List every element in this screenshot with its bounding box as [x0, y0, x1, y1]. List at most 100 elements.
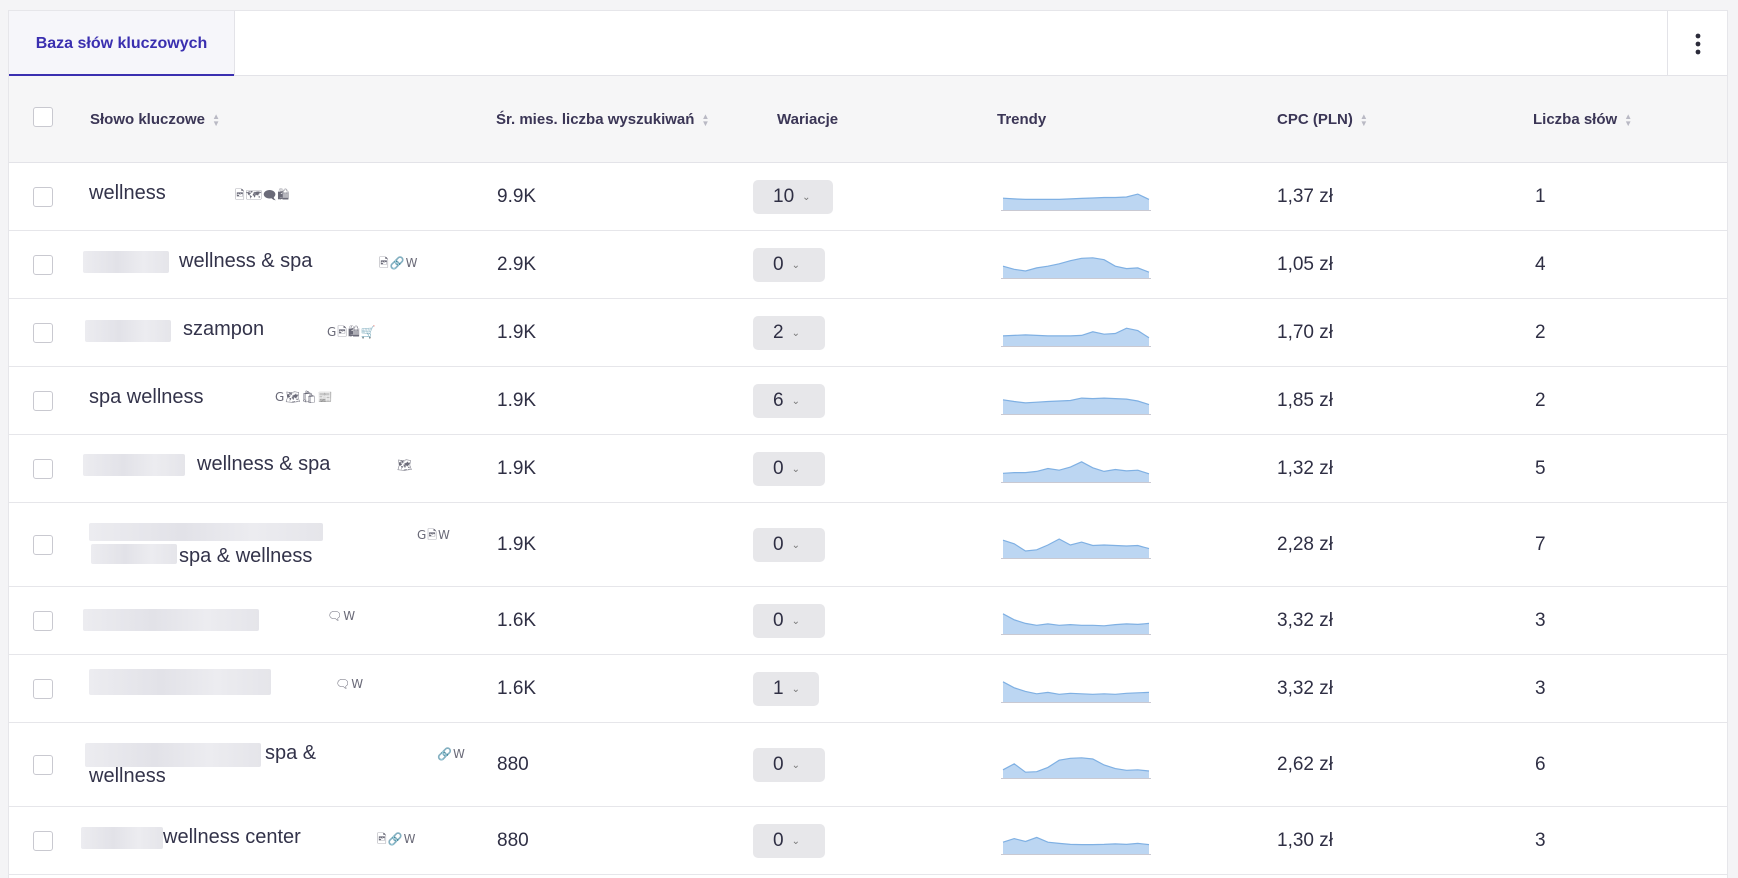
chevron-down-icon: ⌄	[791, 759, 800, 771]
row-checkbox[interactable]	[33, 391, 53, 411]
cpc-value: 1,85 zł	[1277, 389, 1333, 411]
redacted-text	[89, 523, 323, 541]
cpc-value: 3,32 zł	[1277, 609, 1333, 631]
keyword-cell: wellness & spa 🖻🔗W	[83, 231, 479, 298]
variations-dropdown[interactable]: 1 ⌄	[753, 672, 819, 706]
keyword-cell: spa & wellness 🔗W	[85, 723, 479, 806]
variations-dropdown[interactable]: 0 ⌄	[753, 248, 825, 282]
cpc-value: 1,37 zł	[1277, 185, 1333, 207]
keyword-text[interactable]: wellness & spa	[179, 249, 312, 273]
row-checkbox[interactable]	[33, 187, 53, 207]
trend-area	[1003, 257, 1149, 278]
redacted-text	[83, 251, 169, 273]
row-checkbox[interactable]	[33, 255, 53, 275]
variations-dropdown[interactable]: 6 ⌄	[753, 384, 825, 418]
row-checkbox[interactable]	[33, 535, 53, 555]
serp-feature-icons: 🗨W	[335, 677, 365, 691]
cpc-value: 2,28 zł	[1277, 533, 1333, 555]
variations-count: 0	[773, 830, 784, 851]
keyword-text[interactable]: wellness	[89, 181, 166, 205]
redacted-text	[83, 609, 259, 631]
variations-dropdown[interactable]: 2 ⌄	[753, 316, 825, 350]
keyword-text[interactable]: szampon	[183, 317, 264, 341]
sort-icon: ▲ ▼	[1624, 111, 1633, 128]
variations-count: 10	[773, 186, 795, 207]
sort-icon: ▲ ▼	[212, 111, 220, 128]
keyword-text[interactable]: wellness & spa	[197, 452, 330, 476]
trend-area	[1003, 837, 1149, 854]
serp-feature-icons: 🖻🗺🗨🛍	[235, 188, 291, 202]
column-header-volume[interactable]: Śr. mies. liczba wyszukiwań ▲ ▼	[496, 76, 709, 163]
chevron-down-icon: ⌄	[791, 327, 800, 339]
cpc-value: 1,70 zł	[1277, 321, 1333, 343]
trend-sparkline	[1001, 461, 1151, 483]
search-volume: 1.6K	[497, 609, 537, 631]
keyword-cell: 🗨W	[89, 655, 479, 722]
serp-feature-icons: G🗺🛍📰	[275, 390, 334, 404]
serp-feature-icons: G🖻🛍🛒	[327, 325, 377, 339]
variations-count: 0	[773, 458, 784, 479]
cpc-value: 3,32 zł	[1277, 677, 1333, 699]
tab-bar: Baza słów kluczowych	[9, 11, 1727, 77]
keyword-database-card: Baza słów kluczowych Słowo kluczowe ▲ ▼ Śr…	[8, 10, 1728, 878]
tab-keyword-database[interactable]: Baza słów kluczowych	[9, 11, 235, 77]
row-checkbox[interactable]	[33, 679, 53, 699]
keyword-text[interactable]: spa & wellness	[179, 544, 312, 568]
sort-icon: ▲ ▼	[701, 111, 710, 128]
word-count: 5	[1535, 457, 1546, 479]
trend-sparkline	[1001, 538, 1151, 559]
chevron-down-icon: ⌄	[802, 191, 811, 203]
table-row: spa wellness G🗺🛍📰 1.9K 6 ⌄ 1,85 zł 2	[9, 367, 1727, 435]
row-checkbox[interactable]	[33, 459, 53, 479]
keyword-text[interactable]: wellness	[89, 764, 166, 788]
trend-sparkline	[1001, 257, 1151, 279]
table-row: wellness center 🖻🔗W 880 0 ⌄ 1,30 zł 3	[9, 807, 1727, 875]
row-checkbox[interactable]	[33, 323, 53, 343]
variations-dropdown[interactable]: 0 ⌄	[753, 604, 825, 638]
variations-dropdown[interactable]: 0 ⌄	[753, 748, 825, 782]
trend-sparkline	[1001, 613, 1151, 635]
variations-dropdown[interactable]: 0 ⌄	[753, 824, 825, 858]
row-checkbox[interactable]	[33, 611, 53, 631]
redacted-text	[89, 669, 271, 695]
word-count: 7	[1535, 533, 1546, 555]
word-count: 2	[1535, 321, 1546, 343]
search-volume: 9.9K	[497, 185, 537, 207]
redacted-text	[85, 320, 171, 342]
search-volume: 880	[497, 753, 529, 775]
search-volume: 1.9K	[497, 389, 537, 411]
table-row: wellness & spa 🖻🔗W 2.9K 0 ⌄ 1,05 zł 4	[9, 231, 1727, 299]
trend-sparkline	[1001, 193, 1151, 211]
column-header-cpc[interactable]: CPC (PLN) ▲ ▼	[1277, 76, 1368, 163]
column-header-variations: Wariacje	[777, 111, 839, 128]
serp-feature-icons: 🖻🔗W	[379, 256, 419, 270]
cpc-value: 1,05 zł	[1277, 253, 1333, 275]
trend-area	[1003, 681, 1149, 702]
serp-feature-icons: G🖻W	[417, 528, 451, 542]
search-volume: 1.9K	[497, 533, 537, 555]
table-header: Słowo kluczowe ▲ ▼ Śr. mies. liczba wyszuk…	[9, 76, 1727, 163]
variations-dropdown[interactable]: 0 ⌄	[753, 452, 825, 486]
keyword-text[interactable]: spa &	[265, 741, 316, 765]
row-checkbox[interactable]	[33, 831, 53, 851]
table-row: wellness & spa 🗺 1.9K 0 ⌄ 1,32 zł 5	[9, 435, 1727, 503]
column-header-trends: Trendy	[997, 111, 1047, 128]
trend-sparkline	[1001, 681, 1151, 703]
trend-sparkline	[1001, 397, 1151, 415]
column-header-keyword[interactable]: Słowo kluczowe ▲ ▼	[90, 76, 220, 163]
variations-dropdown[interactable]: 0 ⌄	[753, 528, 825, 562]
column-header-word-count[interactable]: Liczba słów ▲ ▼	[1533, 76, 1632, 163]
row-checkbox[interactable]	[33, 755, 53, 775]
variations-count: 0	[773, 534, 784, 555]
chevron-down-icon: ⌄	[791, 259, 800, 271]
serp-feature-icons: 🔗W	[437, 747, 466, 761]
keyword-text[interactable]: spa wellness	[89, 385, 204, 409]
trend-area	[1003, 328, 1149, 346]
word-count: 4	[1535, 253, 1546, 275]
redacted-text	[83, 454, 185, 476]
variations-dropdown[interactable]: 10 ⌄	[753, 180, 833, 214]
cpc-value: 1,32 zł	[1277, 457, 1333, 479]
select-all-checkbox[interactable]	[33, 107, 53, 127]
keyword-text[interactable]: wellness center	[163, 825, 301, 849]
more-options-button[interactable]	[1667, 11, 1727, 76]
